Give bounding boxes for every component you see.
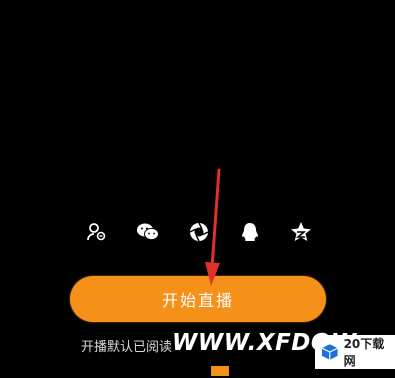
agreement-text: 开播默认已阅读 bbox=[81, 340, 173, 355]
start-live-button[interactable]: 开始直播 bbox=[70, 276, 326, 322]
moments-icon[interactable] bbox=[186, 219, 212, 245]
qq-icon[interactable] bbox=[237, 219, 263, 245]
live-start-screen: 开始直播 开播默认已阅读 WWW.XFDOW 20下载网 bbox=[0, 0, 395, 378]
share-options bbox=[0, 219, 395, 245]
wechat-icon[interactable] bbox=[135, 219, 161, 245]
qzone-icon[interactable] bbox=[288, 219, 314, 245]
user-friends-icon[interactable] bbox=[84, 219, 110, 245]
cube-logo-icon bbox=[321, 344, 338, 360]
watermark-badge bbox=[211, 366, 229, 376]
watermark-logo-text: 20下载网 bbox=[343, 337, 385, 368]
watermark-logo: 20下载网 bbox=[315, 335, 395, 369]
start-live-label: 开始直播 bbox=[161, 291, 234, 310]
